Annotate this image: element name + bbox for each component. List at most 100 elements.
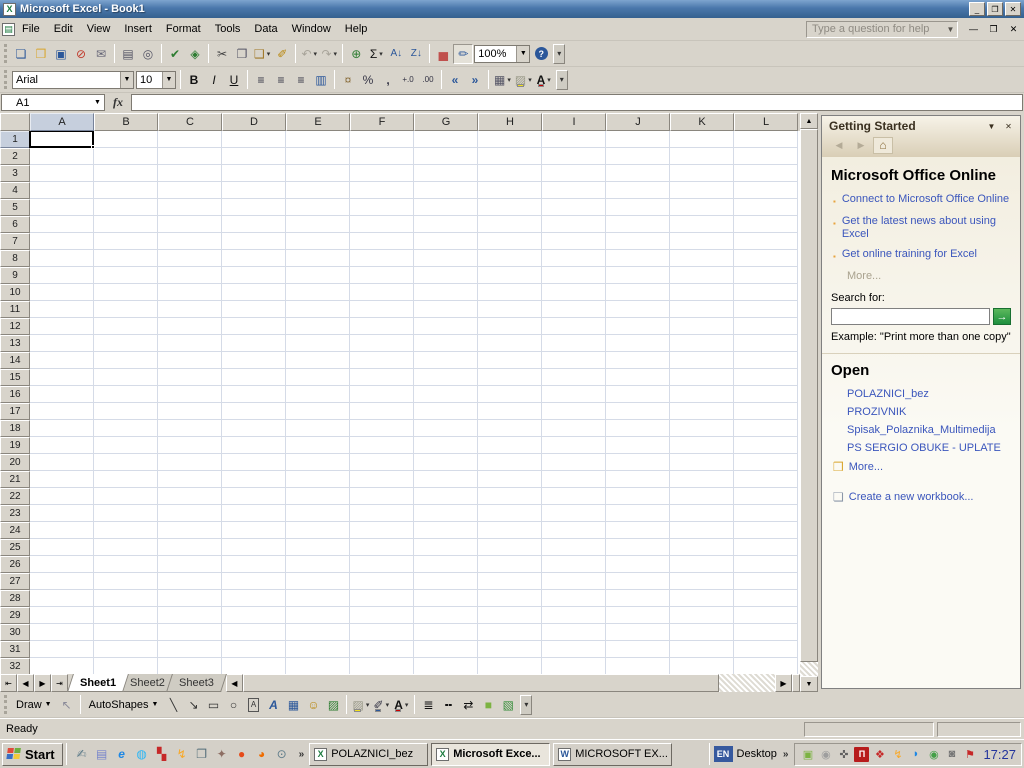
cell-h4[interactable] (478, 182, 542, 199)
cell-i3[interactable] (542, 165, 606, 182)
percent-button[interactable]: % (358, 70, 378, 90)
line-color-button[interactable]: ✐ ▾ (371, 695, 391, 715)
cell-f22[interactable] (350, 488, 414, 505)
cell-a25[interactable] (30, 539, 94, 556)
tray-camera-icon[interactable]: ◙ (944, 747, 959, 762)
cell-h26[interactable] (478, 556, 542, 573)
cell-i6[interactable] (542, 216, 606, 233)
row-header-28[interactable]: 28 (0, 590, 30, 607)
cell-l24[interactable] (734, 522, 798, 539)
cell-d13[interactable] (222, 335, 286, 352)
increase-decimal-button[interactable]: +.0 (398, 70, 418, 90)
cell-g3[interactable] (414, 165, 478, 182)
font-color-button[interactable]: A ▾ (534, 70, 554, 90)
cell-g19[interactable] (414, 437, 478, 454)
cell-a9[interactable] (30, 267, 94, 284)
sort-desc-button[interactable]: Z↓ (406, 44, 426, 64)
cell-g26[interactable] (414, 556, 478, 573)
scroll-left-icon[interactable]: ◀ (225, 674, 243, 692)
cell-k27[interactable] (670, 573, 734, 590)
cell-k21[interactable] (670, 471, 734, 488)
cell-j27[interactable] (606, 573, 670, 590)
cell-f23[interactable] (350, 505, 414, 522)
cell-e8[interactable] (286, 250, 350, 267)
close-button[interactable]: ✕ (1005, 2, 1021, 16)
cell-g25[interactable] (414, 539, 478, 556)
row-header-14[interactable]: 14 (0, 352, 30, 369)
cell-b21[interactable] (94, 471, 158, 488)
cell-f14[interactable] (350, 352, 414, 369)
row-header-1[interactable]: 1 (0, 131, 30, 148)
cell-b1[interactable] (94, 131, 158, 148)
quicklaunch-opera-icon[interactable]: ● (234, 746, 250, 762)
cell-i1[interactable] (542, 131, 606, 148)
cell-e7[interactable] (286, 233, 350, 250)
cell-d28[interactable] (222, 590, 286, 607)
cell-g11[interactable] (414, 301, 478, 318)
menu-tools[interactable]: Tools (208, 21, 248, 37)
cell-h25[interactable] (478, 539, 542, 556)
cell-i8[interactable] (542, 250, 606, 267)
print-button[interactable]: ▤ (118, 44, 138, 64)
cell-k8[interactable] (670, 250, 734, 267)
cell-c1[interactable] (158, 131, 222, 148)
cell-h6[interactable] (478, 216, 542, 233)
cell-c30[interactable] (158, 624, 222, 641)
cell-d9[interactable] (222, 267, 286, 284)
cell-e26[interactable] (286, 556, 350, 573)
recent-file-link[interactable]: Spisak_Polaznika_Multimedija (847, 424, 1011, 436)
cell-a3[interactable] (30, 165, 94, 182)
cell-e22[interactable] (286, 488, 350, 505)
cell-j9[interactable] (606, 267, 670, 284)
cell-d2[interactable] (222, 148, 286, 165)
line-button[interactable]: ╲ (163, 695, 183, 715)
scroll-down-icon[interactable]: ▼ (800, 676, 818, 692)
cell-f1[interactable] (350, 131, 414, 148)
cell-l6[interactable] (734, 216, 798, 233)
cell-a8[interactable] (30, 250, 94, 267)
cell-e3[interactable] (286, 165, 350, 182)
row-header-16[interactable]: 16 (0, 386, 30, 403)
italic-button[interactable]: I (204, 70, 224, 90)
row-header-30[interactable]: 30 (0, 624, 30, 641)
line-style-button[interactable]: ≣ (418, 695, 438, 715)
cell-c23[interactable] (158, 505, 222, 522)
quicklaunch-messenger-icon[interactable]: ◍ (134, 746, 150, 762)
cell-e16[interactable] (286, 386, 350, 403)
cell-c32[interactable] (158, 658, 222, 674)
cell-k6[interactable] (670, 216, 734, 233)
cell-a18[interactable] (30, 420, 94, 437)
cell-k10[interactable] (670, 284, 734, 301)
cell-i18[interactable] (542, 420, 606, 437)
cell-a16[interactable] (30, 386, 94, 403)
cell-d27[interactable] (222, 573, 286, 590)
cell-h5[interactable] (478, 199, 542, 216)
cell-j7[interactable] (606, 233, 670, 250)
cell-l1[interactable] (734, 131, 798, 148)
cell-g14[interactable] (414, 352, 478, 369)
cell-i10[interactable] (542, 284, 606, 301)
cell-g1[interactable] (414, 131, 478, 148)
cell-j31[interactable] (606, 641, 670, 658)
tray-flag-icon[interactable]: ⚑ (962, 747, 977, 762)
cell-l30[interactable] (734, 624, 798, 641)
cell-h18[interactable] (478, 420, 542, 437)
cell-c18[interactable] (158, 420, 222, 437)
cell-b6[interactable] (94, 216, 158, 233)
chevron-down-icon[interactable]: ▼ (120, 71, 133, 88)
cell-i17[interactable] (542, 403, 606, 420)
decrease-indent-button[interactable]: « (445, 70, 465, 90)
cell-k3[interactable] (670, 165, 734, 182)
cell-k2[interactable] (670, 148, 734, 165)
arrow-button[interactable]: ↘ (183, 695, 203, 715)
cell-f9[interactable] (350, 267, 414, 284)
tab-previous-button[interactable]: ◀ (17, 674, 34, 692)
permission-button[interactable]: ⊘ (71, 44, 91, 64)
three-d-button[interactable]: ▧ (498, 695, 518, 715)
quicklaunch-internet-explorer-icon[interactable]: e (114, 746, 130, 762)
cell-g20[interactable] (414, 454, 478, 471)
column-header-l[interactable]: L (734, 113, 798, 131)
cell-f29[interactable] (350, 607, 414, 624)
row-header-13[interactable]: 13 (0, 335, 30, 352)
zoom-combo[interactable]: 100% ▼ (474, 44, 531, 63)
